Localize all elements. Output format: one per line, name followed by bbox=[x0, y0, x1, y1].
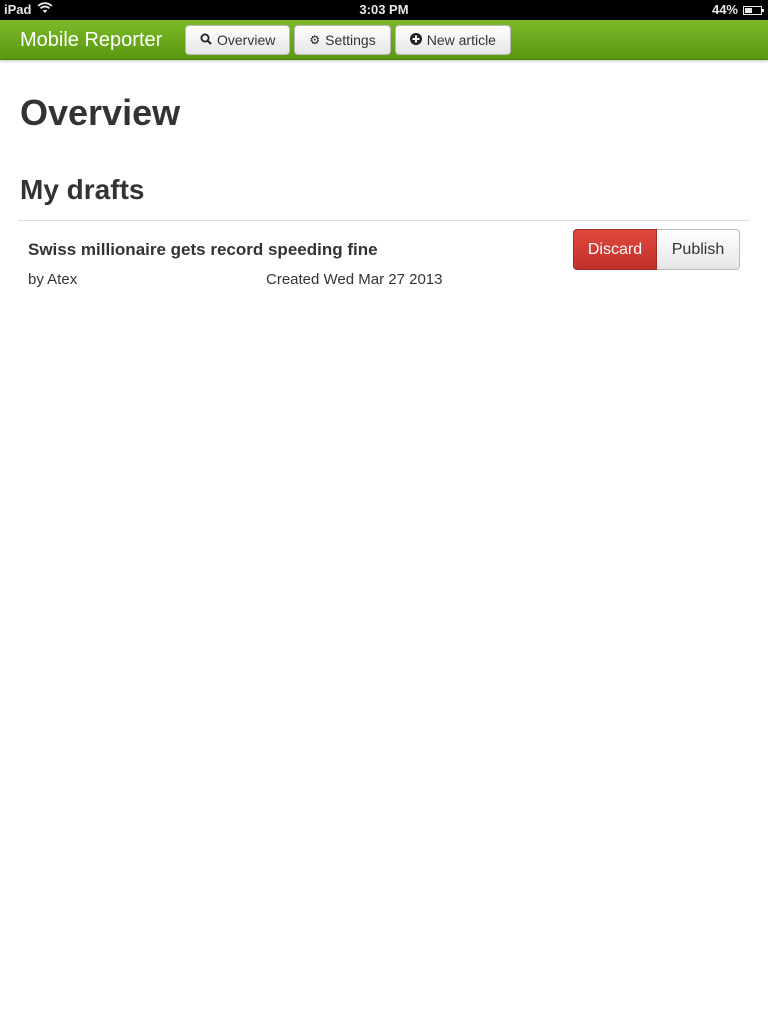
new-article-button-label: New article bbox=[426, 32, 496, 48]
status-time: 3:03 PM bbox=[359, 2, 409, 17]
battery-percent: 44% bbox=[711, 2, 738, 17]
settings-button[interactable]: ⚙ Settings bbox=[294, 25, 391, 55]
draft-title[interactable]: Swiss millionaire gets record speeding f… bbox=[28, 240, 378, 260]
status-bar: iPad 3:03 PM 44% bbox=[0, 0, 768, 20]
app-navbar: Mobile Reporter Overview ⚙ Settings New … bbox=[0, 20, 768, 60]
new-article-button[interactable]: New article bbox=[394, 25, 511, 55]
plus-circle-icon bbox=[409, 32, 422, 48]
section-divider bbox=[18, 220, 749, 221]
overview-button-label: Overview bbox=[217, 32, 276, 48]
section-title-drafts: My drafts bbox=[20, 174, 145, 205]
draft-actions: Discard Publish bbox=[573, 229, 740, 270]
publish-button[interactable]: Publish bbox=[657, 229, 740, 270]
draft-author: by Atex bbox=[28, 271, 78, 288]
settings-button-label: Settings bbox=[325, 32, 376, 48]
app-brand[interactable]: Mobile Reporter bbox=[20, 29, 162, 52]
overview-button[interactable]: Overview bbox=[185, 25, 291, 55]
draft-created-date: Created Wed Mar 27 2013 bbox=[266, 271, 443, 288]
nav-button-group: Overview ⚙ Settings New article bbox=[185, 25, 511, 55]
discard-button[interactable]: Discard bbox=[573, 229, 657, 270]
battery-icon bbox=[743, 5, 764, 15]
page-title: Overview bbox=[20, 92, 181, 133]
battery-fill bbox=[745, 7, 753, 13]
status-right: 44% bbox=[711, 2, 764, 17]
search-icon bbox=[200, 33, 212, 48]
gear-icon: ⚙ bbox=[309, 33, 321, 47]
